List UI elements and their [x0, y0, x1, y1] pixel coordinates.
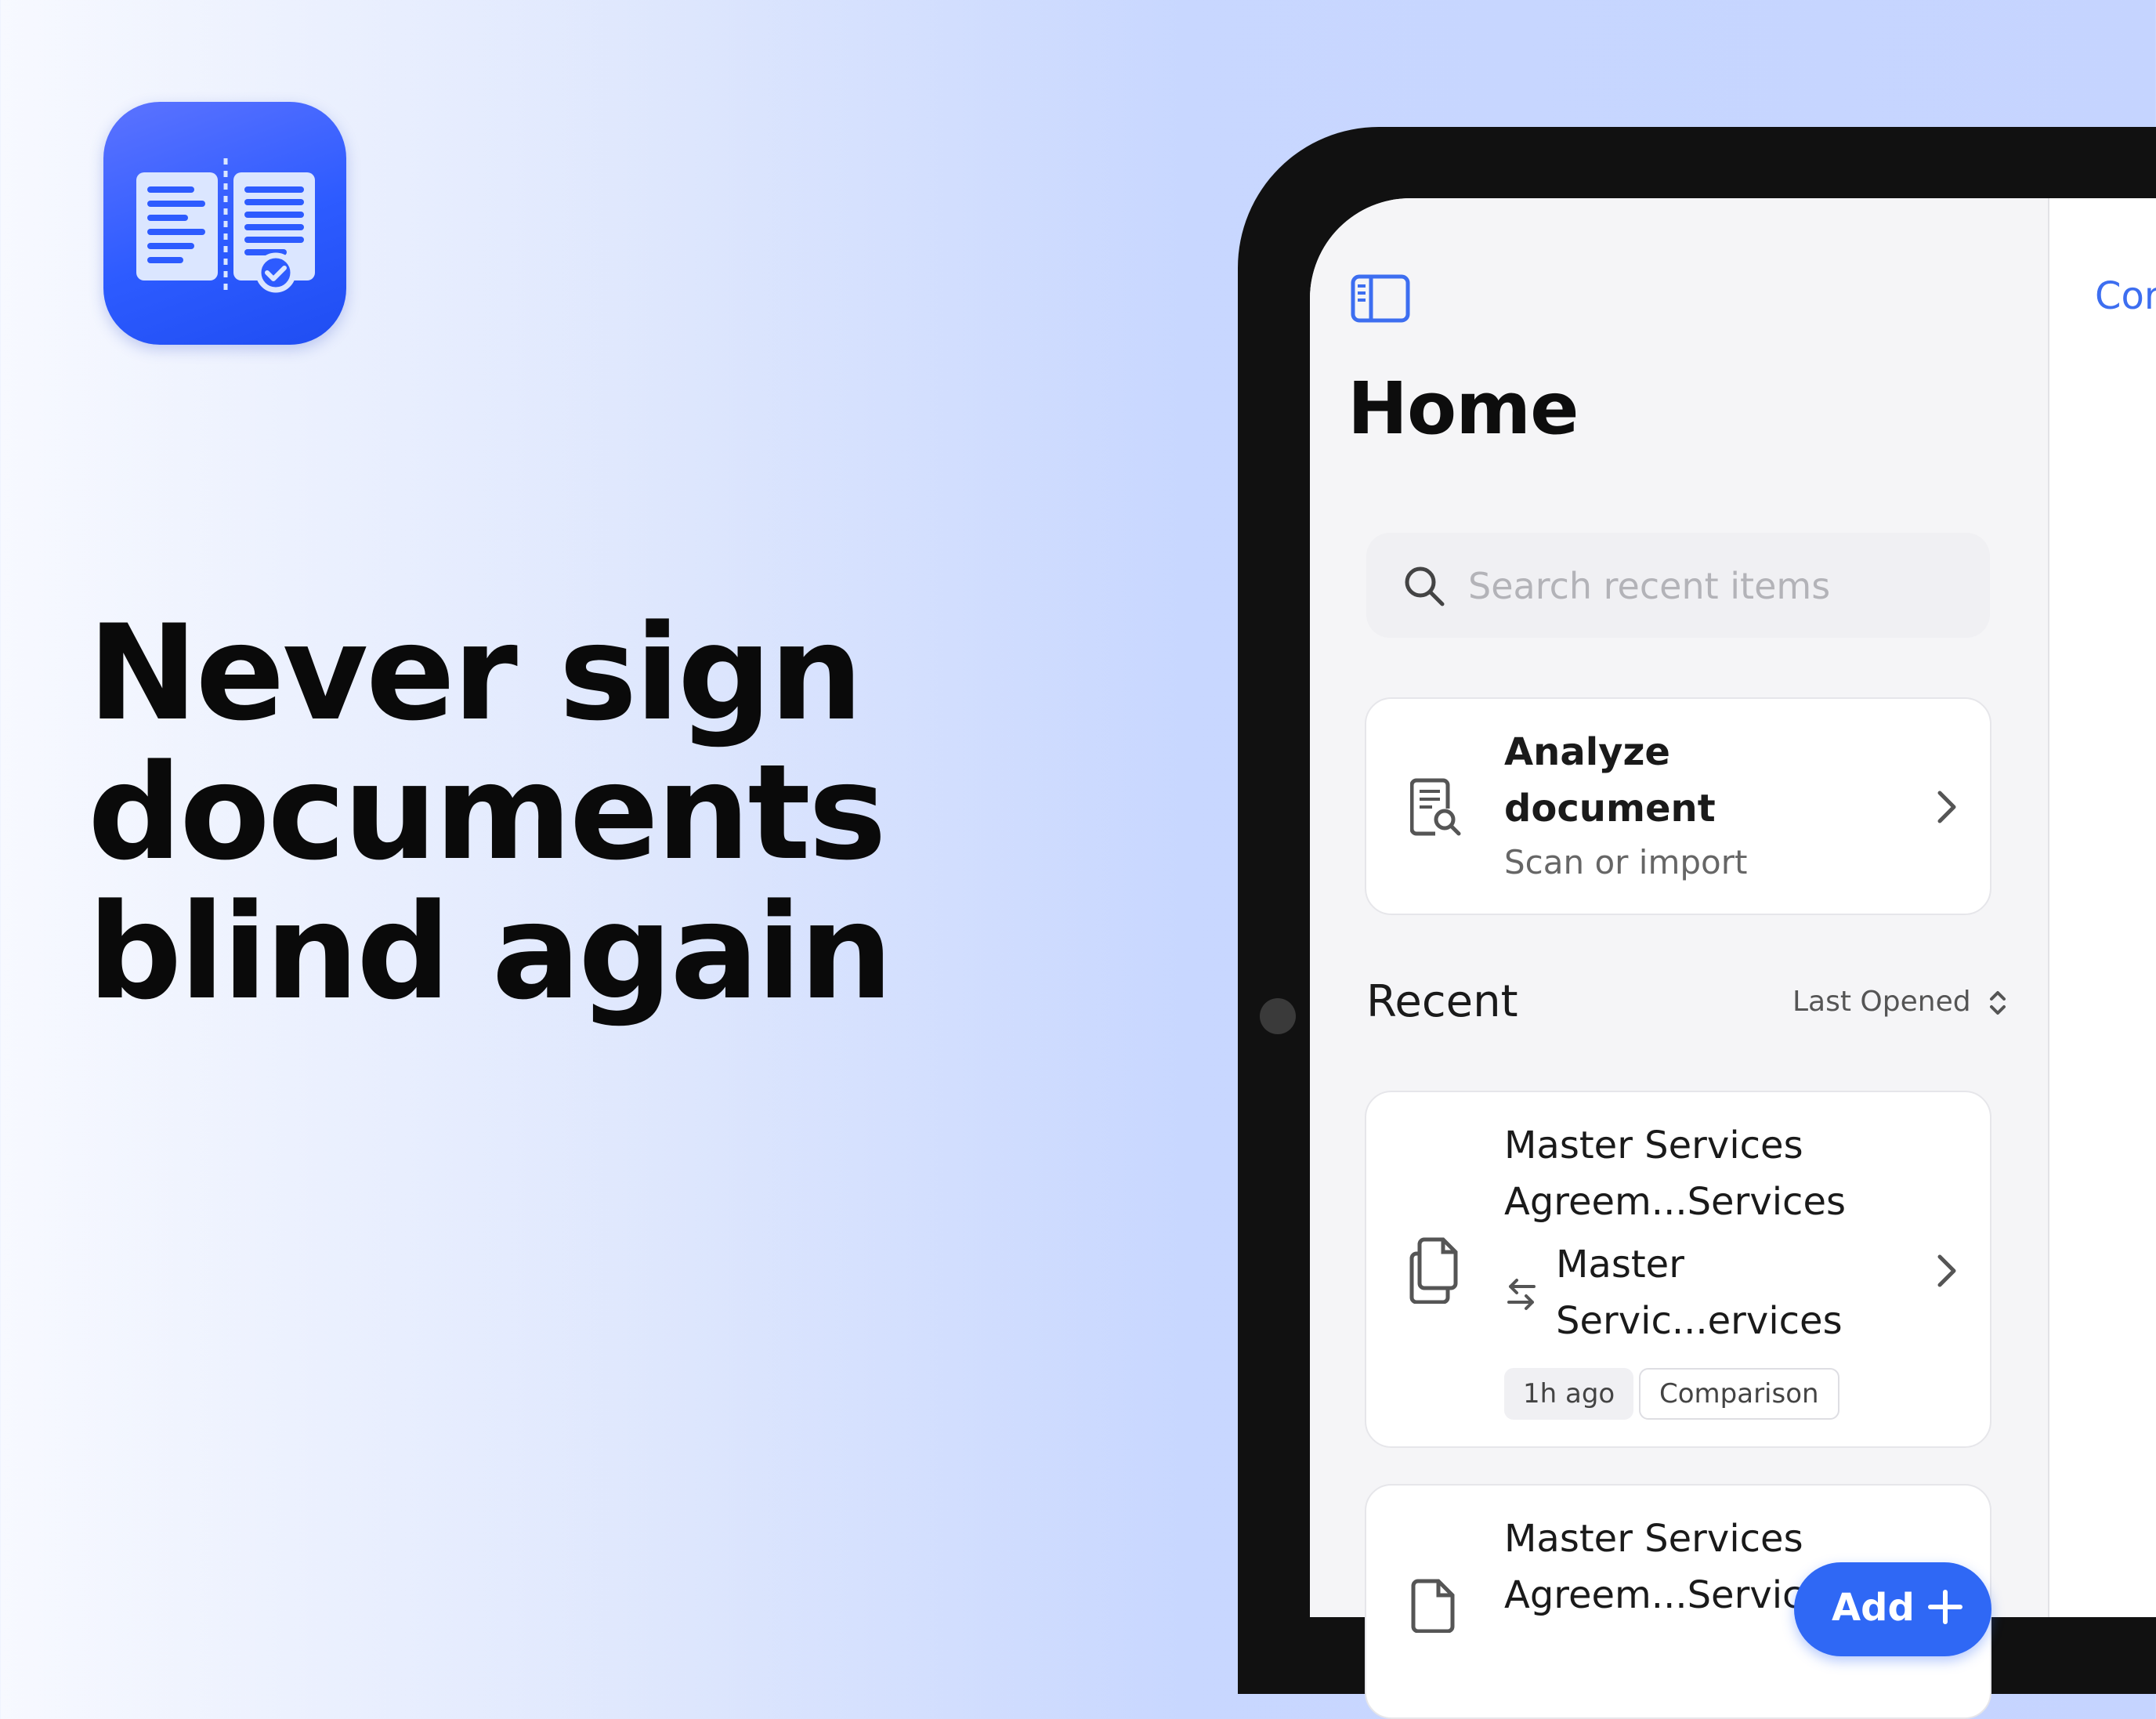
item-title: Agreem...Servic	[1504, 1573, 1803, 1617]
app-icon	[103, 102, 346, 345]
headline-line: blind again	[88, 875, 893, 1029]
sort-button[interactable]: Last Opened	[1792, 986, 2008, 1018]
sort-label: Last Opened	[1792, 986, 1971, 1018]
recent-section-label: Recent	[1366, 976, 1518, 1027]
headline-line: documents	[88, 736, 887, 889]
detail-panel	[2049, 198, 2156, 1617]
search-input[interactable]	[1467, 558, 1971, 614]
headline-line: Never sign	[88, 596, 863, 750]
documents-icon	[1409, 1237, 1458, 1304]
analyze-subtitle: Scan or import	[1504, 843, 1748, 881]
compare-title: Master	[1556, 1243, 1684, 1287]
document-compare-icon	[136, 158, 315, 293]
plus-icon	[1928, 1590, 1962, 1624]
sidebar-icon[interactable]	[1351, 274, 1410, 323]
item-title: Master Services	[1504, 1517, 1803, 1561]
search-icon	[1405, 566, 1445, 606]
chevron-up-down-icon	[1990, 991, 2006, 1015]
chevron-right-icon	[1937, 791, 1956, 823]
type-badge: Comparison	[1639, 1368, 1839, 1420]
item-title: Agreem...Services	[1504, 1180, 1846, 1224]
analyze-title: Analyze	[1504, 730, 1670, 774]
page-title: Home	[1348, 367, 1579, 451]
add-button-label: Add	[1832, 1586, 1915, 1630]
document-icon	[1411, 1579, 1455, 1633]
camera-dot	[1260, 998, 1296, 1034]
detail-top-button[interactable]: Cor	[2095, 274, 2156, 318]
chevron-right-icon	[1937, 1254, 1956, 1287]
analyze-title: document	[1504, 787, 1716, 831]
compare-title: Servic...ervices	[1556, 1299, 1843, 1343]
document-search-icon	[1410, 778, 1461, 836]
time-badge: 1h ago	[1504, 1368, 1634, 1420]
add-button[interactable]: Add	[1794, 1562, 1991, 1656]
swap-arrows-icon	[1507, 1279, 1536, 1310]
marketing-headline: Never sign documents blind again	[88, 603, 950, 1022]
item-title: Master Services	[1504, 1124, 1803, 1167]
